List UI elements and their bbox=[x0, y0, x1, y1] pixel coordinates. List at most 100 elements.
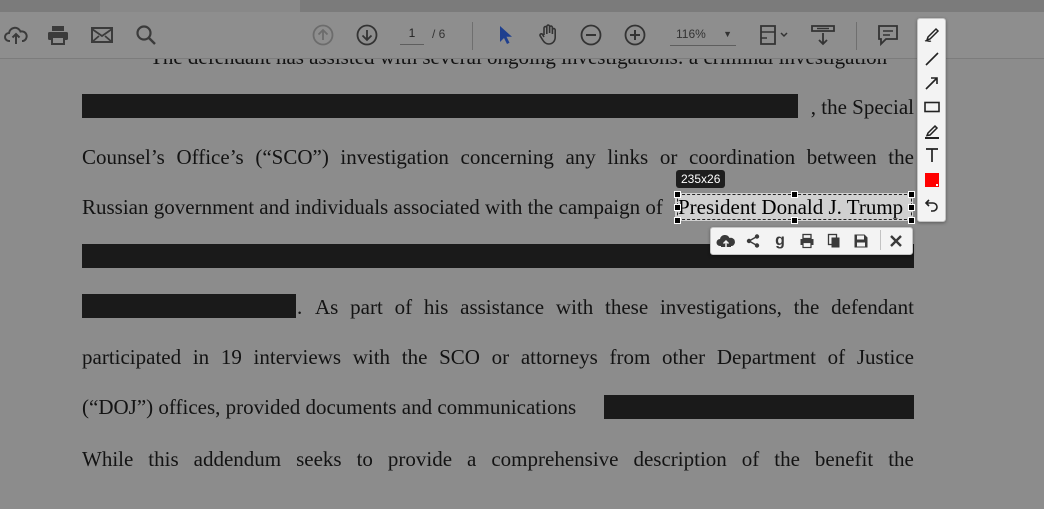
word: While bbox=[82, 447, 134, 471]
cloud-upload-icon[interactable] bbox=[3, 20, 29, 50]
word: with bbox=[352, 345, 391, 369]
doc-line-2: Counsel’s Office’s (“SCO”) investigation con… bbox=[82, 144, 914, 170]
email-icon[interactable] bbox=[89, 20, 115, 50]
doc-line-8: While this addendum seeks to provide a comprehe… bbox=[82, 446, 914, 472]
main-toolbar: 1 / 6 116% ▼ bbox=[0, 12, 1044, 59]
search-icon[interactable] bbox=[133, 20, 159, 50]
word: participated bbox=[82, 345, 182, 369]
doc-line-7: (“DOJ”) offices, provided documents and … bbox=[82, 395, 577, 419]
selection-action-bar: g bbox=[710, 227, 913, 255]
zoom-in-icon[interactable] bbox=[622, 20, 648, 50]
word: addendum bbox=[193, 447, 282, 471]
word: to bbox=[356, 447, 373, 471]
freehand-pencil-icon[interactable] bbox=[921, 23, 942, 45]
tab-strip bbox=[0, 0, 1044, 12]
comment-icon[interactable] bbox=[874, 20, 902, 50]
copy-icon[interactable] bbox=[823, 230, 845, 252]
resize-handle-sw[interactable] bbox=[674, 217, 681, 224]
resize-handle-n[interactable] bbox=[791, 191, 798, 198]
word: in bbox=[192, 345, 210, 369]
zoom-select[interactable]: 116% ▼ bbox=[670, 27, 736, 46]
resize-handle-s[interactable] bbox=[791, 217, 798, 224]
word: comprehensive bbox=[491, 447, 619, 471]
action-bar-divider bbox=[880, 230, 881, 250]
select-tool-icon[interactable] bbox=[492, 20, 518, 50]
resize-handle-w[interactable] bbox=[674, 204, 681, 211]
next-page-icon[interactable] bbox=[354, 20, 380, 50]
word: of bbox=[741, 447, 760, 471]
close-icon[interactable] bbox=[885, 230, 907, 252]
toolbar-divider bbox=[472, 22, 473, 50]
word: with bbox=[555, 295, 594, 319]
word: or bbox=[659, 145, 678, 169]
doc-line-5-period: . bbox=[297, 295, 303, 319]
word: Justice bbox=[856, 345, 914, 369]
word: Counsel’s bbox=[82, 145, 165, 169]
word: description bbox=[633, 447, 727, 471]
resize-handle-e[interactable] bbox=[908, 204, 915, 211]
print-icon[interactable] bbox=[796, 230, 818, 252]
page-total: / 6 bbox=[432, 27, 446, 41]
word: seeks bbox=[296, 447, 342, 471]
line-icon[interactable] bbox=[921, 48, 942, 70]
word: investigation bbox=[340, 145, 449, 169]
color-swatch[interactable] bbox=[921, 169, 942, 191]
word: Office’s bbox=[176, 145, 244, 169]
share-icon[interactable] bbox=[742, 230, 764, 252]
word: provide bbox=[387, 447, 453, 471]
redaction-block bbox=[604, 395, 914, 419]
word: these bbox=[605, 295, 649, 319]
word: benefit bbox=[814, 447, 874, 471]
text-tool-icon[interactable] bbox=[921, 144, 942, 166]
word: of bbox=[827, 345, 846, 369]
print-icon[interactable] bbox=[45, 20, 71, 50]
page-number-input[interactable]: 1 bbox=[400, 26, 424, 45]
doc-line-1: , the Special bbox=[810, 95, 914, 119]
toolbar-divider bbox=[856, 22, 857, 50]
word: links bbox=[607, 145, 649, 169]
annotation-palette bbox=[917, 18, 946, 222]
word: the bbox=[888, 447, 914, 471]
resize-handle-nw[interactable] bbox=[674, 191, 681, 198]
word: concerning bbox=[460, 145, 554, 169]
word: the bbox=[888, 145, 914, 169]
word: between bbox=[806, 145, 877, 169]
word: this bbox=[148, 447, 179, 471]
word: from bbox=[609, 345, 651, 369]
word: a bbox=[467, 447, 477, 471]
chevron-down-icon: ▼ bbox=[723, 29, 732, 39]
word: part bbox=[350, 295, 383, 319]
arrow-icon[interactable] bbox=[921, 72, 942, 94]
resize-handle-se[interactable] bbox=[908, 217, 915, 224]
resize-handle-ne[interactable] bbox=[908, 191, 915, 198]
save-icon[interactable] bbox=[850, 230, 872, 252]
rectangle-icon[interactable] bbox=[921, 96, 942, 118]
doc-line-3: Russian government and individuals assoc… bbox=[82, 195, 663, 219]
word: his bbox=[423, 295, 449, 319]
previous-page-icon[interactable] bbox=[310, 20, 336, 50]
word: investigations, bbox=[659, 295, 782, 319]
google-search-icon[interactable]: g bbox=[769, 230, 791, 252]
word: the bbox=[401, 345, 428, 369]
zoom-value: 116% bbox=[676, 27, 706, 41]
read-mode-icon[interactable] bbox=[808, 20, 838, 50]
word: attorneys bbox=[520, 345, 598, 369]
color-swatch-red bbox=[924, 173, 939, 187]
doc-line-5: As part of his assistance with these investigat… bbox=[315, 294, 914, 320]
undo-icon[interactable] bbox=[921, 194, 942, 216]
fit-page-icon[interactable] bbox=[756, 20, 792, 50]
redaction-block bbox=[82, 294, 296, 318]
hand-tool-icon[interactable] bbox=[534, 20, 562, 50]
word: other bbox=[662, 345, 706, 369]
word: of bbox=[394, 295, 413, 319]
word: assistance bbox=[460, 295, 545, 319]
word: 19 bbox=[220, 345, 242, 369]
zoom-out-icon[interactable] bbox=[578, 20, 604, 50]
word: the bbox=[774, 447, 800, 471]
cloud-upload-icon[interactable] bbox=[715, 230, 737, 252]
word: SCO bbox=[439, 345, 480, 369]
tab-document[interactable] bbox=[100, 0, 300, 12]
highlighter-icon[interactable] bbox=[921, 120, 942, 142]
word: Department bbox=[716, 345, 816, 369]
word: defendant bbox=[831, 295, 914, 319]
